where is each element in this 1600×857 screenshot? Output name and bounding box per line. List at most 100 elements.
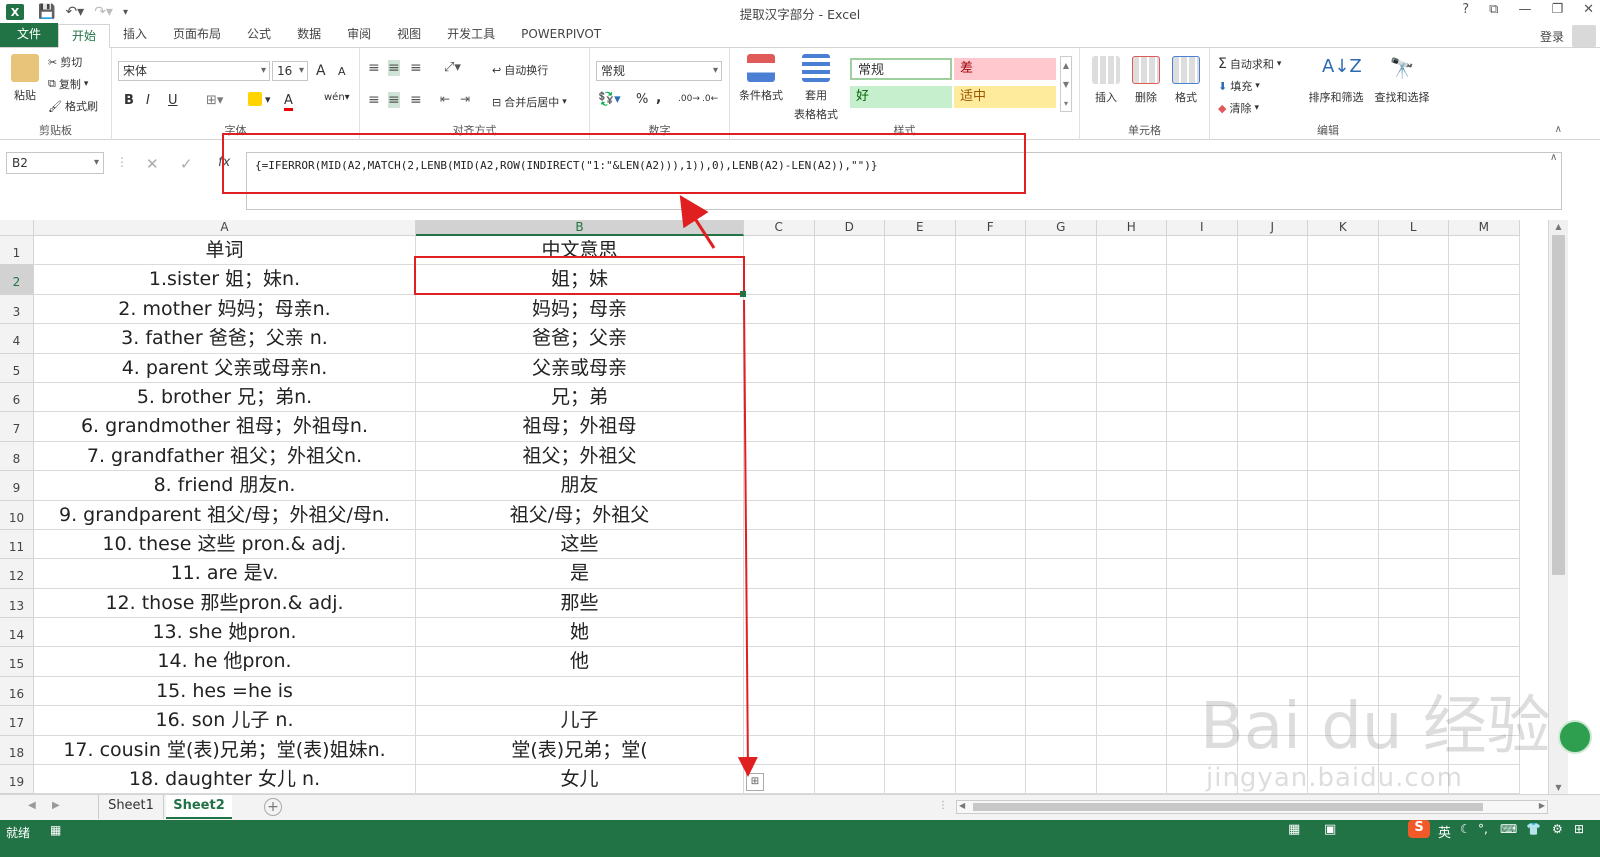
style-neutral[interactable]: 适中 [954,86,1056,108]
cell-empty[interactable] [885,618,956,648]
row-header[interactable]: 13 [0,588,34,619]
cell-empty[interactable] [1237,559,1308,589]
cell-empty[interactable] [1167,353,1238,383]
cell-empty[interactable] [1308,588,1379,619]
cell-empty[interactable] [1378,412,1449,442]
cell-empty[interactable] [814,412,885,442]
cell-empty[interactable] [1378,559,1449,589]
select-all-corner[interactable] [0,220,34,236]
cell-empty[interactable] [1167,382,1238,413]
punctuation-icon[interactable]: °, [1478,822,1488,836]
cell-empty[interactable] [1378,588,1449,619]
cell-empty[interactable] [1237,353,1308,383]
enter-icon[interactable]: ✓ [180,155,193,173]
row-header[interactable]: 10 [0,500,34,530]
column-header-d[interactable]: D [814,220,885,236]
cell-empty[interactable] [885,735,956,766]
close-button[interactable]: ✕ [1583,2,1594,17]
cell-empty[interactable] [1449,471,1520,501]
cell-empty[interactable] [814,559,885,589]
cell-empty[interactable] [1449,706,1520,736]
cell-empty[interactable] [1096,353,1167,383]
column-header-j[interactable]: J [1237,220,1308,236]
fill-color-button[interactable]: ▾ [248,92,271,106]
cell-empty[interactable] [955,647,1026,677]
italic-button[interactable]: I [146,93,150,108]
cell-empty[interactable] [1378,294,1449,325]
cell-empty[interactable] [1026,324,1097,354]
row-header[interactable]: 3 [0,294,34,325]
cell-empty[interactable] [744,382,815,413]
cell-empty[interactable] [1096,412,1167,442]
cell-empty[interactable] [744,412,815,442]
cell-empty[interactable] [1167,676,1238,707]
cell-empty[interactable] [885,412,956,442]
cell-a[interactable]: 15. hes =he is [34,676,416,707]
cell-empty[interactable] [1237,676,1308,707]
cell-empty[interactable] [1378,618,1449,648]
column-header-l[interactable]: L [1378,220,1449,236]
cell-empty[interactable] [814,500,885,530]
column-header-a[interactable]: A [34,220,416,236]
cell-empty[interactable] [1167,706,1238,736]
cell-empty[interactable] [885,353,956,383]
cell-b[interactable]: 父亲或母亲 [416,353,744,383]
cell-b[interactable]: 这些 [416,529,744,560]
tab-insert[interactable]: 插入 [110,23,160,47]
column-header-e[interactable]: E [885,220,956,236]
cell-empty[interactable] [955,676,1026,707]
style-bad[interactable]: 差 [954,58,1056,80]
cell-empty[interactable] [1449,236,1520,266]
style-good[interactable]: 好 [850,86,952,108]
align-left-icon[interactable]: ≡ [368,92,380,108]
cell-empty[interactable] [1167,559,1238,589]
redo-icon[interactable]: ↷▾ [94,4,113,20]
cell-empty[interactable] [1167,735,1238,766]
cell-empty[interactable] [814,706,885,736]
cell-empty[interactable] [1167,236,1238,266]
cell-empty[interactable] [1026,265,1097,295]
cell-empty[interactable] [1167,618,1238,648]
cell-a[interactable]: 14. he 他pron. [34,647,416,677]
insert-function-button[interactable]: fx [218,155,230,170]
sort-filter-button[interactable]: A↓Z 排序和筛选 [1306,56,1366,105]
cell-b[interactable]: 祖母；外祖母 [416,412,744,442]
cell-empty[interactable] [1308,559,1379,589]
cell-empty[interactable] [885,500,956,530]
cell-b[interactable]: 祖父/母；外祖父 [416,500,744,530]
prev-sheet-icon[interactable]: ◀ [28,800,36,811]
format-painter-button[interactable]: 🖌 格式刷 [48,98,98,114]
cell-a[interactable]: 11. are 是v. [34,559,416,589]
cell-empty[interactable] [1449,647,1520,677]
cell-empty[interactable] [1096,588,1167,619]
cell-empty[interactable] [1378,765,1449,794]
cell-empty[interactable] [1449,500,1520,530]
cell-empty[interactable] [1308,441,1379,472]
cell-empty[interactable] [744,618,815,648]
cell-empty[interactable] [885,441,956,472]
cell-empty[interactable] [1026,412,1097,442]
cell-empty[interactable] [955,353,1026,383]
cell-empty[interactable] [1026,294,1097,325]
cell-empty[interactable] [1026,588,1097,619]
tab-view[interactable]: 视图 [384,23,434,47]
cell-empty[interactable] [1308,529,1379,560]
cell-empty[interactable] [744,236,815,266]
align-top-icon[interactable]: ≡ [368,60,380,76]
login-link[interactable]: 登录 [1540,28,1564,45]
cell-empty[interactable] [955,441,1026,472]
restore-button[interactable]: ❐ [1551,2,1563,17]
cell-empty[interactable] [1308,353,1379,383]
cell-empty[interactable] [955,265,1026,295]
cell-empty[interactable] [1237,618,1308,648]
row-header[interactable]: 15 [0,647,34,677]
cell-empty[interactable] [1449,735,1520,766]
cell-empty[interactable] [1096,500,1167,530]
sheet-tab-1[interactable]: Sheet1 [98,795,164,819]
cell-empty[interactable] [1096,294,1167,325]
cell-empty[interactable] [1378,471,1449,501]
ime-language[interactable]: 英 [1438,822,1451,841]
expand-formula-icon[interactable]: ∧ [1550,152,1557,163]
cell-empty[interactable] [1167,294,1238,325]
column-header-m[interactable]: M [1449,220,1520,236]
